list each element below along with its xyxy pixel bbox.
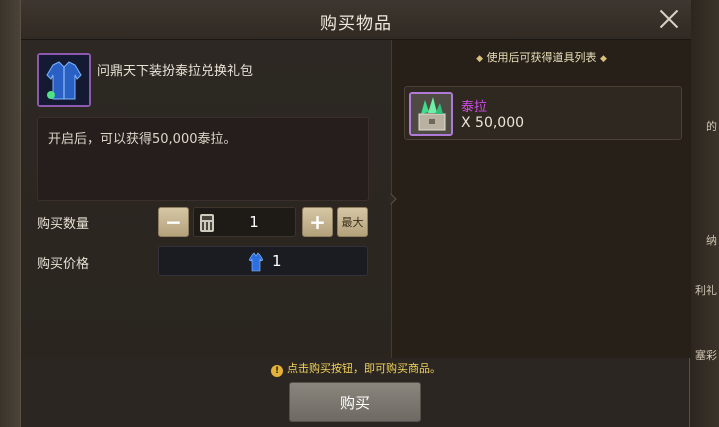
quantity-value: 1	[249, 213, 259, 231]
reward-item[interactable]: 泰拉 X 50,000	[404, 86, 682, 140]
calculator-icon[interactable]	[200, 214, 214, 232]
background-right-strip: 的 纳 利礼 塞彩	[689, 0, 719, 427]
background-fragment: 的	[706, 120, 717, 133]
price-label: 购买价格	[37, 257, 90, 272]
plus-icon: +	[309, 210, 326, 234]
purchase-notice: ! 点击购买按钮，即可购买商品。	[21, 360, 691, 377]
buy-button[interactable]: 购买	[289, 382, 421, 422]
quantity-label: 购买数量	[37, 217, 90, 232]
background-left-strip	[0, 0, 20, 427]
close-icon[interactable]	[657, 7, 681, 31]
price-value: 1	[272, 252, 282, 270]
reward-item-count: X 50,000	[461, 115, 525, 131]
warning-icon: !	[271, 365, 283, 377]
quantity-input[interactable]: 1	[193, 207, 296, 237]
reward-item-name: 泰拉	[461, 100, 488, 115]
costume-package-icon	[37, 53, 91, 107]
purchase-dialog: 购买物品 问鼎天下装扮泰拉兑换礼包 开启后，可以获得50,000泰拉。 购买数量…	[20, 0, 691, 427]
diamond-icon: ◆	[600, 54, 607, 64]
price-display: 1	[158, 246, 368, 276]
blue-costume-icon	[249, 252, 263, 272]
diamond-icon: ◆	[476, 54, 483, 64]
reward-list-panel: ◆ 使用后可获得道具列表 ◆ 泰拉 X 50,000	[385, 40, 691, 358]
dialog-title: 购买物品	[320, 14, 392, 34]
title-bar: 购买物品	[21, 0, 691, 40]
tera-crystal-chest-icon	[409, 92, 453, 136]
purchase-notice-text: 点击购买按钮，即可购买商品。	[287, 362, 441, 375]
item-name: 问鼎天下装扮泰拉兑换礼包	[97, 64, 254, 79]
reward-list-title: 使用后可获得道具列表	[486, 51, 597, 64]
max-quantity-button[interactable]: 最大	[337, 207, 368, 237]
item-detail-panel: 问鼎天下装扮泰拉兑换礼包 开启后，可以获得50,000泰拉。 购买数量 − 1 …	[21, 40, 391, 358]
background-fragment: 利礼	[695, 284, 717, 297]
background-fragment: 塞彩	[695, 349, 717, 362]
item-description: 开启后，可以获得50,000泰拉。	[48, 132, 237, 147]
minus-icon: −	[165, 210, 182, 234]
decrease-quantity-button[interactable]: −	[158, 207, 189, 237]
increase-quantity-button[interactable]: +	[302, 207, 333, 237]
background-fragment: 纳	[706, 234, 717, 247]
item-description-box: 开启后，可以获得50,000泰拉。	[37, 117, 369, 201]
reward-list-header: ◆ 使用后可获得道具列表 ◆	[392, 49, 691, 65]
